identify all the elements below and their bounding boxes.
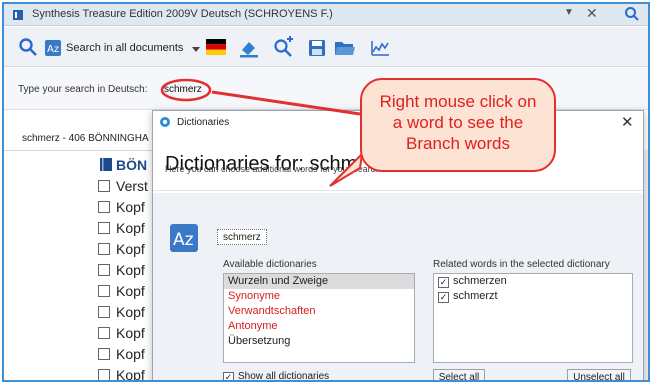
callout-line-1: Right mouse click on bbox=[379, 92, 537, 111]
annotation-callout: Right mouse click on a word to see the B… bbox=[360, 78, 556, 172]
callout-line-2: a word to see the bbox=[392, 113, 524, 132]
highlight-ellipse bbox=[160, 78, 212, 102]
callout-arrow bbox=[211, 90, 361, 116]
callout-line-3: Branch words bbox=[406, 134, 510, 153]
annotation-overlay bbox=[160, 78, 364, 187]
app-window: Synthesis Treasure Edition 2009V Deutsch… bbox=[2, 2, 650, 382]
callout-pointer bbox=[329, 151, 364, 187]
